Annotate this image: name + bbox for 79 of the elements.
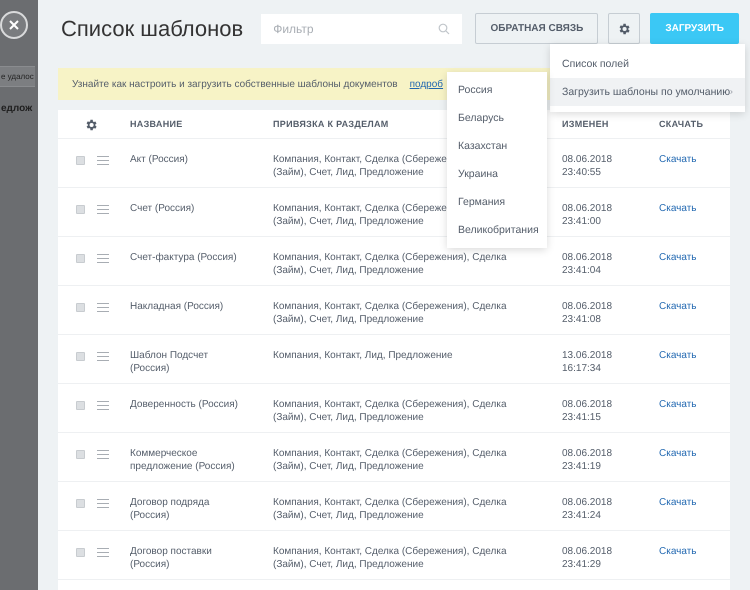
row-checkbox[interactable] (76, 450, 85, 459)
column-header: ПРИВЯЗКА К РАЗДЕЛАМ (273, 119, 389, 129)
sections-cell: Компания, Контакт, Сделка (Сбереже (Займ), Счет, Лид, Предложение (273, 154, 447, 179)
download-link[interactable]: Скачать (659, 399, 696, 410)
row-checkbox[interactable] (76, 254, 85, 263)
download-link[interactable]: Скачать (659, 252, 696, 263)
column-header: НАЗВАНИЕ (130, 119, 183, 129)
close-button[interactable] (0, 11, 28, 39)
download-link[interactable]: Скачать (659, 301, 696, 312)
modified-date: 13.06.2018 16:17:34 (562, 350, 612, 375)
close-icon (8, 19, 20, 31)
drag-handle-icon[interactable] (97, 156, 109, 165)
menu-item[interactable]: Загрузить шаблоны по умолчанию (550, 78, 745, 106)
country-item[interactable]: Германия (447, 188, 547, 216)
modified-date: 08.06.2018 23:41:19 (562, 448, 612, 473)
column-header: СКАЧАТЬ (659, 119, 704, 129)
country-item[interactable]: Беларусь (447, 104, 547, 132)
settings-icon[interactable] (84, 118, 98, 132)
details-link[interactable]: подроб (410, 78, 444, 90)
modified-date: 08.06.2018 23:41:08 (562, 301, 612, 326)
feedback-button[interactable]: ОБРАТНАЯ СВЯЗЬ (475, 13, 598, 44)
page-title: Список шаблонов (61, 16, 244, 42)
download-link[interactable]: Скачать (659, 546, 696, 557)
template-name: Шаблон Подсчет (Россия) (130, 350, 208, 375)
modified-date: 08.06.2018 23:41:00 (562, 203, 612, 228)
filter-field[interactable]: Фильтр (261, 14, 462, 44)
country-item[interactable]: Украина (447, 160, 547, 188)
download-link[interactable]: Скачать (659, 350, 696, 361)
modified-date: 08.06.2018 23:41:04 (562, 252, 612, 277)
banner-text: Узнайте как настроить и загрузить собственные шаблоны документов (72, 78, 398, 90)
download-link[interactable]: Скачать (659, 497, 696, 508)
page-heading: едлож (1, 103, 32, 114)
row-checkbox[interactable] (76, 548, 85, 557)
drag-handle-icon[interactable] (97, 254, 109, 263)
download-link[interactable]: Скачать (659, 448, 696, 459)
template-name: Накладная (Россия) (130, 301, 224, 314)
menu-item[interactable]: Список полей (550, 50, 745, 78)
row-checkbox[interactable] (76, 401, 85, 410)
template-name: Счет (Россия) (130, 203, 194, 216)
country-item[interactable]: Великобритания (447, 216, 547, 244)
modified-date: 08.06.2018 23:41:29 (562, 546, 612, 571)
template-name: Счет-фактура (Россия) (130, 252, 237, 264)
template-name: Коммерческое предложение (Россия) (130, 448, 235, 473)
template-name: Доверенность (Россия) (130, 399, 238, 412)
notice-text: е удалос (0, 66, 35, 87)
column-header: ИЗМЕНЕН (562, 119, 609, 129)
country-item[interactable]: Казахстан (447, 132, 547, 160)
download-link[interactable]: Скачать (659, 203, 696, 214)
template-name: Договор поставки (Россия) (130, 546, 212, 571)
settings-icon (617, 22, 632, 36)
row-checkbox[interactable] (76, 499, 85, 508)
drag-handle-icon[interactable] (97, 450, 109, 459)
drag-handle-icon[interactable] (97, 548, 109, 557)
sections-cell: Компания, Контакт, Сделка (Сбережения), Сделка (Займ), Счет, Лид, Предложение (273, 301, 507, 326)
row-checkbox[interactable] (76, 205, 85, 214)
row-checkbox[interactable] (76, 352, 85, 361)
modified-date: 08.06.2018 23:41:24 (562, 497, 612, 522)
sections-cell: Компания, Контакт, Сделка (Сбережения), Сделка (Займ), Счет, Лид, Предложение (273, 448, 507, 473)
sections-cell: Компания, Контакт, Сделка (Сбережения), Сделка (Займ), Счет, Лид, Предложение (273, 497, 507, 522)
modified-date: 08.06.2018 23:40:55 (562, 154, 612, 179)
row-checkbox[interactable] (76, 156, 85, 165)
sections-cell: Компания, Контакт, Сделка (Сбережения), Сделка (Займ), Счет, Лид, Предложение (273, 399, 507, 424)
row-checkbox[interactable] (76, 303, 85, 312)
country-item[interactable]: Россия (447, 76, 547, 104)
drag-handle-icon[interactable] (97, 352, 109, 361)
drag-handle-icon[interactable] (97, 499, 109, 508)
template-name: Договор подряда (Россия) (130, 497, 210, 522)
drag-handle-icon[interactable] (97, 401, 109, 410)
download-link[interactable]: Скачать (659, 154, 696, 165)
search-icon (438, 22, 450, 34)
sections-cell: Компания, Контакт, Лид, Предложение (273, 350, 453, 362)
sections-cell: Компания, Контакт, Сделка (Сбереже (Займ), Счет, Лид, Предложение (273, 203, 447, 228)
sections-cell: Компания, Контакт, Сделка (Сбережения), Сделка (Займ), Счет, Лид, Предложение (273, 546, 507, 571)
drag-handle-icon[interactable] (97, 205, 109, 214)
modified-date: 08.06.2018 23:41:15 (562, 399, 612, 424)
settings-button[interactable] (608, 13, 640, 44)
sections-cell: Компания, Контакт, Сделка (Сбережения), Сделка (Займ), Счет, Лид, Предложение (273, 252, 507, 277)
template-name: Акт (Россия) (130, 154, 188, 166)
drag-handle-icon[interactable] (97, 303, 109, 312)
